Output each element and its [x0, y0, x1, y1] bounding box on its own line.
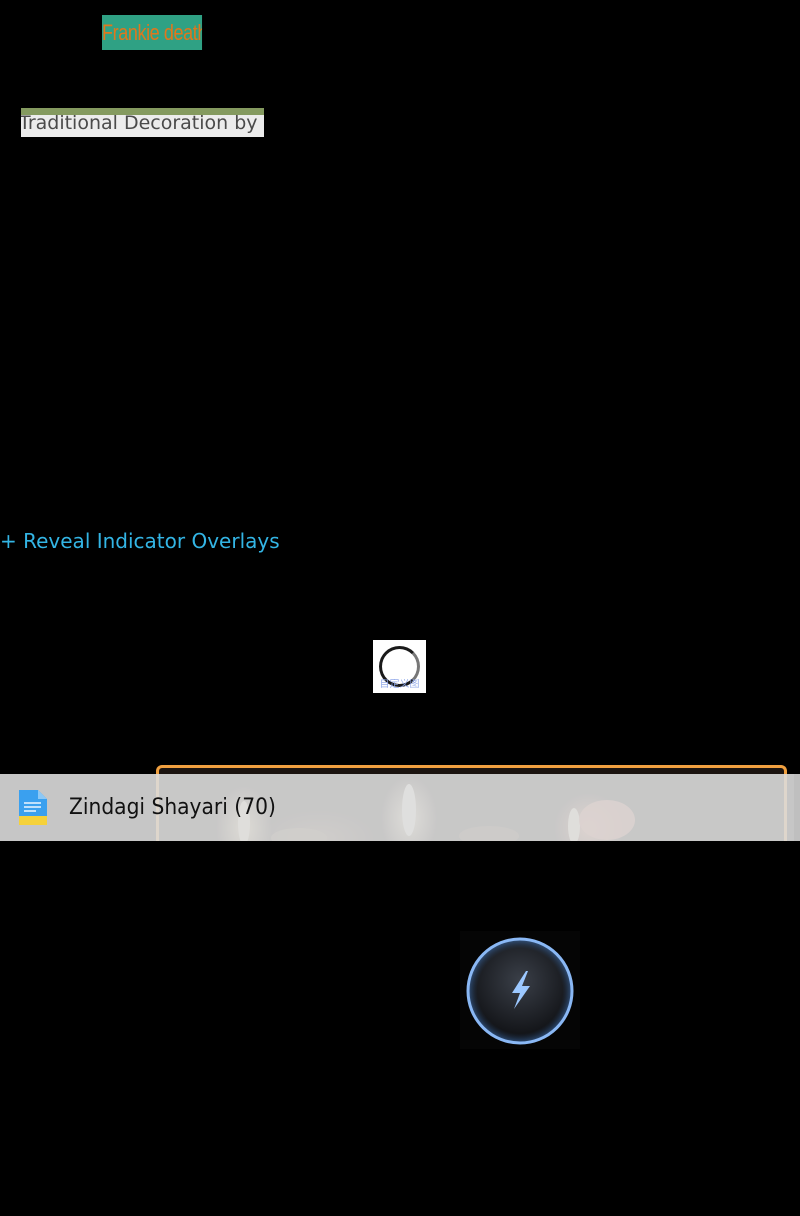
loading-spinner: 自定义图 — [373, 640, 426, 693]
screen: Frankie death Traditional Decoration by … — [0, 0, 800, 1216]
file-name: Zindagi Shayari (70) — [69, 795, 276, 820]
document-icon — [19, 790, 47, 825]
frankie-death-text: Frankie death — [102, 20, 203, 45]
traditional-decoration-label[interactable]: Traditional Decoration by — [21, 108, 264, 137]
reveal-indicator-overlays-link[interactable]: + Reveal Indicator Overlays — [0, 527, 280, 555]
traditional-decoration-text: Traditional Decoration by — [21, 112, 258, 134]
boost-button[interactable] — [460, 931, 580, 1049]
spinner-caption: 自定义图 — [379, 679, 420, 690]
frankie-death-thumbnail-label[interactable]: Frankie death — [102, 15, 203, 50]
file-list-item[interactable]: Zindagi Shayari (70) — [0, 774, 800, 841]
scroll-edge — [794, 774, 800, 841]
lightning-bolt-icon — [466, 937, 574, 1045]
